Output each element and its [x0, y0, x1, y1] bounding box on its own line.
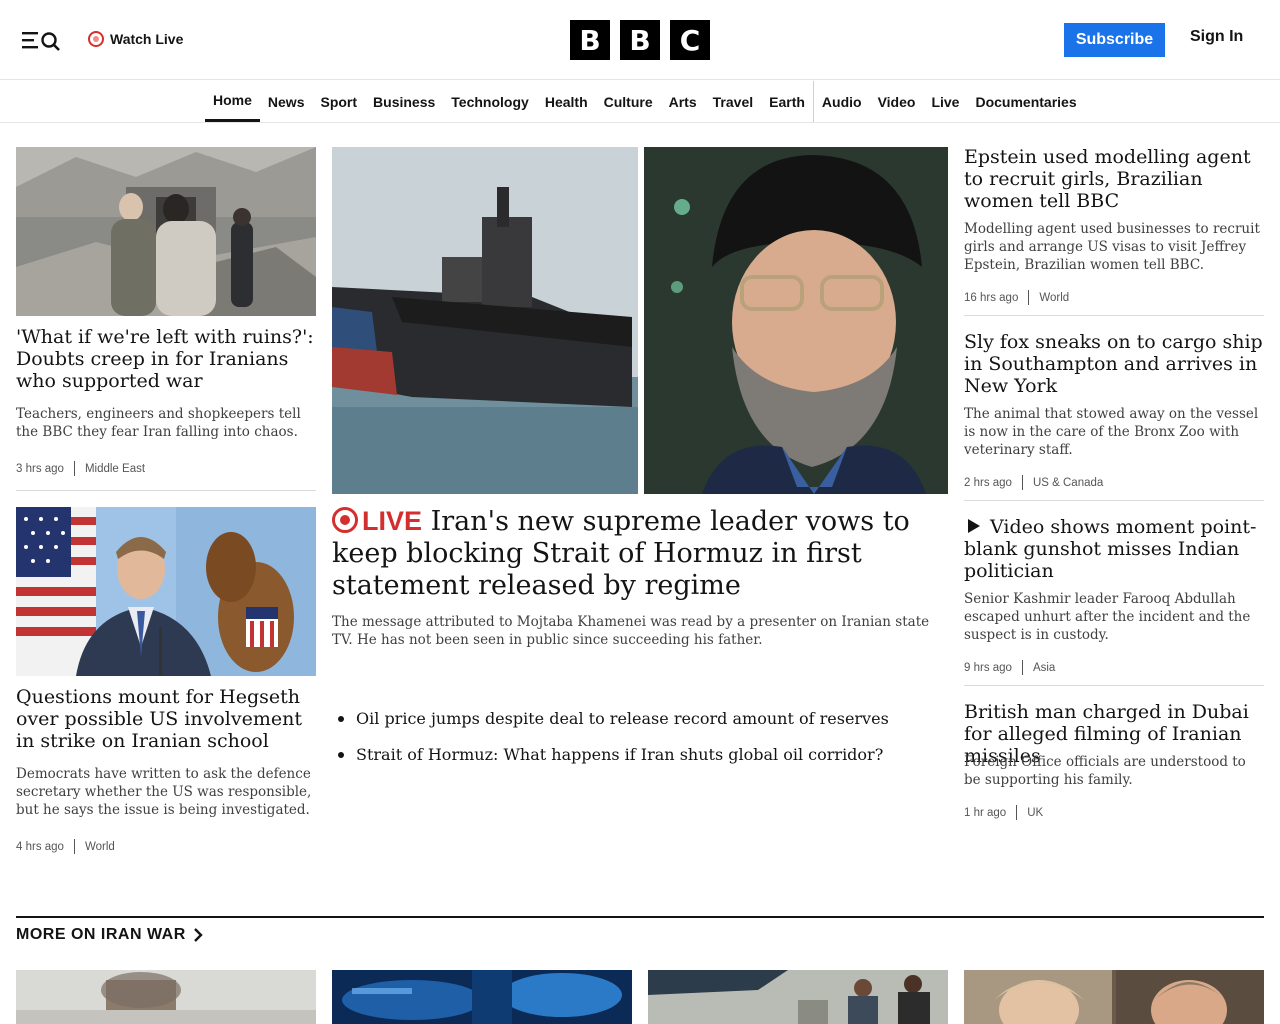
- site-header: Watch Live B B C Subscribe Sign In: [0, 0, 1280, 80]
- meta-divider: [1028, 290, 1030, 305]
- watch-live-label: Watch Live: [110, 31, 184, 47]
- related-link[interactable]: Oil price jumps despite deal to release …: [332, 709, 948, 729]
- logo-letter-b1: B: [570, 20, 610, 60]
- more-section-label: MORE ON IRAN WAR: [16, 926, 186, 943]
- story-headline[interactable]: Video shows moment point-blank gunshot m…: [964, 516, 1264, 582]
- story-timestamp: 2 hrs ago: [964, 476, 1012, 489]
- nav-item-earth[interactable]: Earth: [761, 81, 813, 122]
- story-section[interactable]: Middle East: [85, 463, 145, 475]
- nav-item-culture[interactable]: Culture: [596, 81, 661, 122]
- story-card-iran-ruins: 'What if we're left with ruins?': Doubts…: [16, 326, 316, 392]
- live-icon: [332, 507, 358, 533]
- nav-item-video[interactable]: Video: [870, 81, 924, 122]
- story-headline[interactable]: Sly fox sneaks on to cargo ship in South…: [964, 331, 1264, 397]
- lead-image[interactable]: [332, 147, 948, 494]
- menu-search-button[interactable]: [20, 26, 64, 54]
- story-timestamp: 9 hrs ago: [964, 661, 1012, 674]
- more-story-image-3[interactable]: [648, 970, 948, 1024]
- section-rule: [16, 916, 1264, 918]
- lead-headline[interactable]: LIVE Iran's new supreme leader vows to k…: [332, 505, 948, 602]
- story-meta: 9 hrs ago Asia: [964, 660, 1055, 675]
- more-section-title[interactable]: MORE ON IRAN WAR: [16, 926, 204, 944]
- chevron-right-icon: [193, 928, 203, 942]
- story-summary: The animal that stowed away on the vesse…: [964, 406, 1259, 458]
- story-section[interactable]: UK: [1027, 807, 1043, 819]
- column-divider: [964, 315, 1264, 316]
- bbc-logo[interactable]: B B C: [570, 20, 710, 60]
- story-summary: Senior Kashmir leader Farooq Abdullah es…: [964, 591, 1251, 643]
- story-timestamp: 16 hrs ago: [964, 291, 1019, 304]
- story-meta: 16 hrs ago World: [964, 290, 1069, 305]
- nav-item-audio[interactable]: Audio: [812, 81, 870, 122]
- play-icon: [968, 519, 980, 533]
- column-divider: [964, 500, 1264, 501]
- story-summary-wrap: Senior Kashmir leader Farooq Abdullah es…: [964, 590, 1264, 644]
- nav-item-arts[interactable]: Arts: [661, 81, 705, 122]
- story-headline[interactable]: Epstein used modelling agent to recruit …: [964, 146, 1264, 212]
- nav-item-business[interactable]: Business: [365, 81, 443, 122]
- nav-item-technology[interactable]: Technology: [443, 81, 537, 122]
- story-meta: 3 hrs ago Middle East: [16, 461, 145, 476]
- more-story-image-2[interactable]: [332, 970, 632, 1024]
- story-summary-wrap: Democrats have written to ask the defenc…: [16, 765, 316, 819]
- story-summary: Modelling agent used businesses to recru…: [964, 221, 1260, 273]
- story-card-fox: Sly fox sneaks on to cargo ship in South…: [964, 331, 1264, 397]
- meta-divider: [1021, 475, 1023, 490]
- live-label: LIVE: [362, 506, 423, 536]
- nav-item-travel[interactable]: Travel: [705, 81, 761, 122]
- story-card-hegseth: Questions mount for Hegseth over possibl…: [16, 686, 316, 752]
- logo-letter-c: C: [670, 20, 710, 60]
- lead-summary: The message attributed to Mojtaba Khamen…: [332, 614, 930, 648]
- story-summary-wrap: The animal that stowed away on the vesse…: [964, 405, 1264, 459]
- column-divider: [16, 490, 316, 491]
- menu-search-icon: [22, 32, 60, 51]
- nav-item-news[interactable]: News: [260, 81, 313, 122]
- more-story-image-4[interactable]: [964, 970, 1264, 1024]
- lead-related-links: Oil price jumps despite deal to release …: [332, 709, 948, 781]
- story-section[interactable]: World: [85, 841, 115, 853]
- story-section[interactable]: Asia: [1033, 662, 1055, 674]
- story-timestamp: 3 hrs ago: [16, 462, 64, 475]
- story-summary: Democrats have written to ask the defenc…: [16, 766, 312, 818]
- story-meta: 1 hr ago UK: [964, 805, 1043, 820]
- story-meta: 4 hrs ago World: [16, 839, 115, 854]
- story-image-iran-ruins[interactable]: [16, 147, 316, 316]
- story-summary: Foreign Office officials are understood …: [964, 754, 1246, 788]
- meta-divider: [1021, 660, 1023, 675]
- nav-item-sport[interactable]: Sport: [312, 81, 365, 122]
- story-meta: 2 hrs ago US & Canada: [964, 475, 1103, 490]
- story-headline-text: Video shows moment point-blank gunshot m…: [964, 516, 1257, 582]
- nav-item-home[interactable]: Home: [205, 81, 260, 122]
- meta-divider: [73, 461, 75, 476]
- story-timestamp: 4 hrs ago: [16, 840, 64, 853]
- nav-item-documentaries[interactable]: Documentaries: [967, 81, 1084, 122]
- live-dot-icon: [88, 31, 104, 47]
- story-card-epstein: Epstein used modelling agent to recruit …: [964, 146, 1264, 212]
- story-headline[interactable]: 'What if we're left with ruins?': Doubts…: [16, 326, 316, 392]
- story-summary-wrap: Teachers, engineers and shopkeepers tell…: [16, 405, 316, 441]
- story-section[interactable]: World: [1039, 292, 1069, 304]
- watch-live-link[interactable]: Watch Live: [88, 28, 183, 50]
- meta-divider: [73, 839, 75, 854]
- logo-letter-b2: B: [620, 20, 660, 60]
- story-summary-wrap: Modelling agent used businesses to recru…: [964, 220, 1264, 274]
- main-nav: Home News Sport Business Technology Heal…: [0, 81, 1280, 123]
- story-timestamp: 1 hr ago: [964, 806, 1007, 819]
- more-story-image-1[interactable]: [16, 970, 316, 1024]
- lead-summary-wrap: The message attributed to Mojtaba Khamen…: [332, 613, 948, 649]
- story-summary-wrap: Foreign Office officials are understood …: [964, 753, 1264, 789]
- story-image-hegseth[interactable]: [16, 507, 316, 676]
- story-section[interactable]: US & Canada: [1033, 477, 1103, 489]
- nav-item-health[interactable]: Health: [537, 81, 596, 122]
- nav-item-live[interactable]: Live: [923, 81, 967, 122]
- column-divider: [964, 685, 1264, 686]
- meta-divider: [1016, 805, 1018, 820]
- related-link[interactable]: Strait of Hormuz: What happens if Iran s…: [332, 745, 948, 765]
- lead-story: LIVE Iran's new supreme leader vows to k…: [332, 505, 948, 602]
- story-summary: Teachers, engineers and shopkeepers tell…: [16, 406, 301, 440]
- story-headline[interactable]: Questions mount for Hegseth over possibl…: [16, 686, 316, 752]
- sign-in-link[interactable]: Sign In: [1190, 28, 1243, 46]
- subscribe-button[interactable]: Subscribe: [1064, 23, 1165, 57]
- story-card-kashmir: Video shows moment point-blank gunshot m…: [964, 516, 1264, 582]
